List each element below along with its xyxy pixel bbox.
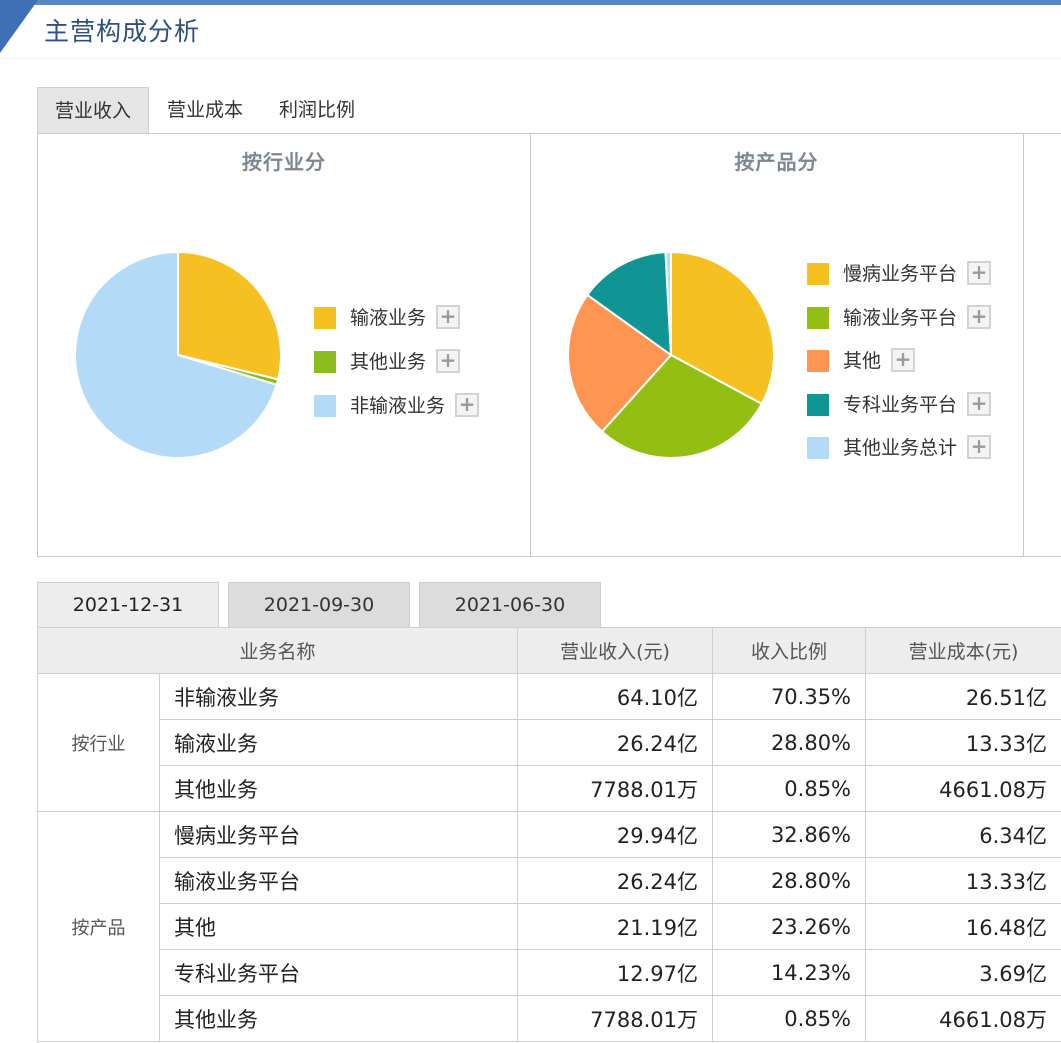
legend-swatch (807, 350, 829, 372)
expand-plus-icon[interactable]: + (967, 304, 991, 329)
chart-panel: 按行业分 输液业务 + 其他业务 + 非输液业务 + 按产品分 慢病业务平台 + 输液业务平台… (37, 133, 1061, 557)
expand-plus-icon[interactable]: + (891, 348, 915, 372)
cell-ratio: 28.80% (712, 857, 867, 904)
legend-label: 输液业务 (350, 307, 427, 329)
cell-revenue: 29.94亿 (517, 811, 714, 858)
header-divider (0, 58, 1061, 59)
cell-name: 输液业务 (158, 719, 519, 766)
chart-divider (530, 134, 531, 556)
cell-cost: 13.33亿 (865, 857, 1061, 904)
legend-swatch (807, 393, 829, 416)
date-tab-2021-06-30[interactable]: 2021-06-30 (419, 582, 601, 627)
legend-swatch (807, 437, 829, 459)
pie-chart-product (567, 250, 775, 459)
legend-swatch (314, 395, 336, 417)
cell-name: 慢病业务平台 (158, 811, 519, 858)
table-row: 专科业务平台 12.97亿 14.23% 3.69亿 (38, 949, 1061, 996)
col-header-revenue: 营业收入(元) (517, 627, 714, 674)
cell-ratio: 32.86% (712, 811, 867, 858)
cell-ratio: 0.85% (712, 765, 867, 812)
table-row: 其他业务 7788.01万 0.85% 4661.08万 (38, 995, 1061, 1042)
table-row: 输液业务平台 26.24亿 28.80% 13.33亿 (38, 857, 1061, 904)
cell-revenue: 12.97亿 (517, 949, 714, 996)
cell-ratio: 70.35% (712, 673, 867, 720)
group-label-product: 按产品 (37, 811, 160, 1042)
cell-revenue: 7788.01万 (517, 765, 714, 812)
legend-swatch (314, 351, 336, 373)
cell-cost: 16.48亿 (865, 903, 1061, 950)
legend-label: 其他业务总计 (843, 437, 958, 459)
legend-label: 其他 (843, 350, 882, 372)
header-corner-mark (0, 0, 38, 53)
expand-plus-icon[interactable]: + (967, 261, 991, 285)
cell-name: 非输液业务 (158, 673, 519, 720)
cell-cost: 4661.08万 (865, 995, 1061, 1042)
tab-cost[interactable]: 营业成本 (153, 87, 257, 133)
cell-ratio: 28.80% (712, 719, 867, 766)
cell-revenue: 7788.01万 (517, 995, 714, 1042)
chart-divider (1023, 134, 1024, 556)
legend-label: 慢病业务平台 (843, 263, 958, 285)
legend-label: 输液业务平台 (843, 306, 958, 329)
legend-swatch (314, 307, 336, 329)
chart-title-product: 按产品分 (734, 150, 819, 174)
cell-name: 其他业务 (158, 995, 519, 1042)
expand-plus-icon[interactable]: + (436, 349, 460, 373)
table-row: 按行业 非输液业务 64.10亿 70.35% 26.51亿 (37, 673, 1061, 812)
legend-label: 非输液业务 (350, 395, 446, 417)
cell-ratio: 23.26% (712, 903, 867, 950)
cell-revenue: 26.24亿 (517, 719, 714, 766)
cell-name: 其他业务 (158, 765, 519, 812)
legend-label: 其他业务 (350, 351, 427, 373)
cell-name: 输液业务平台 (158, 857, 519, 904)
table-row: 其他 21.19亿 23.26% 16.48亿 (38, 903, 1061, 950)
cell-revenue: 21.19亿 (517, 903, 714, 950)
date-tab-2021-12-31[interactable]: 2021-12-31 (37, 582, 219, 627)
legend-swatch (807, 306, 829, 329)
legend-swatch (807, 263, 829, 285)
expand-plus-icon[interactable]: + (455, 393, 479, 417)
cell-name: 专科业务平台 (158, 949, 519, 996)
group-label-industry: 按行业 (37, 673, 160, 812)
business-composition-table: 业务名称 营业收入(元) 收入比例 营业成本(元) 按行业 非输液业务 64.1… (36, 627, 1061, 1042)
cell-cost: 3.69亿 (865, 949, 1061, 996)
table-row: 其他业务 7788.01万 0.85% 4661.08万 (38, 765, 1061, 812)
cell-revenue: 26.24亿 (517, 857, 714, 904)
chart-title-industry: 按行业分 (242, 150, 326, 174)
tab-revenue[interactable]: 营业收入 (37, 87, 149, 134)
tab-profit-ratio[interactable]: 利润比例 (265, 87, 369, 133)
cell-ratio: 14.23% (712, 949, 867, 996)
col-header-cost: 营业成本(元) (865, 627, 1061, 674)
expand-plus-icon[interactable]: + (967, 435, 991, 459)
cell-revenue: 64.10亿 (517, 673, 714, 720)
cell-name: 其他 (158, 903, 519, 950)
table-row: 按产品 慢病业务平台 29.94亿 32.86% 6.34亿 (37, 811, 1061, 1042)
cell-cost: 13.33亿 (865, 719, 1061, 766)
date-tab-2021-09-30[interactable]: 2021-09-30 (228, 582, 410, 627)
col-header-revenue-ratio: 收入比例 (712, 627, 867, 674)
page-title: 主营构成分析 (44, 17, 201, 46)
expand-plus-icon[interactable]: + (967, 391, 991, 416)
pie-chart-industry (74, 250, 282, 459)
cell-ratio: 0.85% (712, 995, 867, 1042)
table-header-row: 业务名称 营业收入(元) 收入比例 营业成本(元) (36, 627, 1061, 674)
expand-plus-icon[interactable]: + (436, 305, 460, 329)
table-row: 输液业务 26.24亿 28.80% 13.33亿 (38, 719, 1061, 766)
col-header-business-name: 业务名称 (36, 627, 519, 674)
header-top-line (24, 0, 1061, 5)
cell-cost: 26.51亿 (865, 673, 1061, 720)
legend-label: 专科业务平台 (843, 393, 958, 416)
cell-cost: 4661.08万 (865, 765, 1061, 812)
cell-cost: 6.34亿 (865, 811, 1061, 858)
